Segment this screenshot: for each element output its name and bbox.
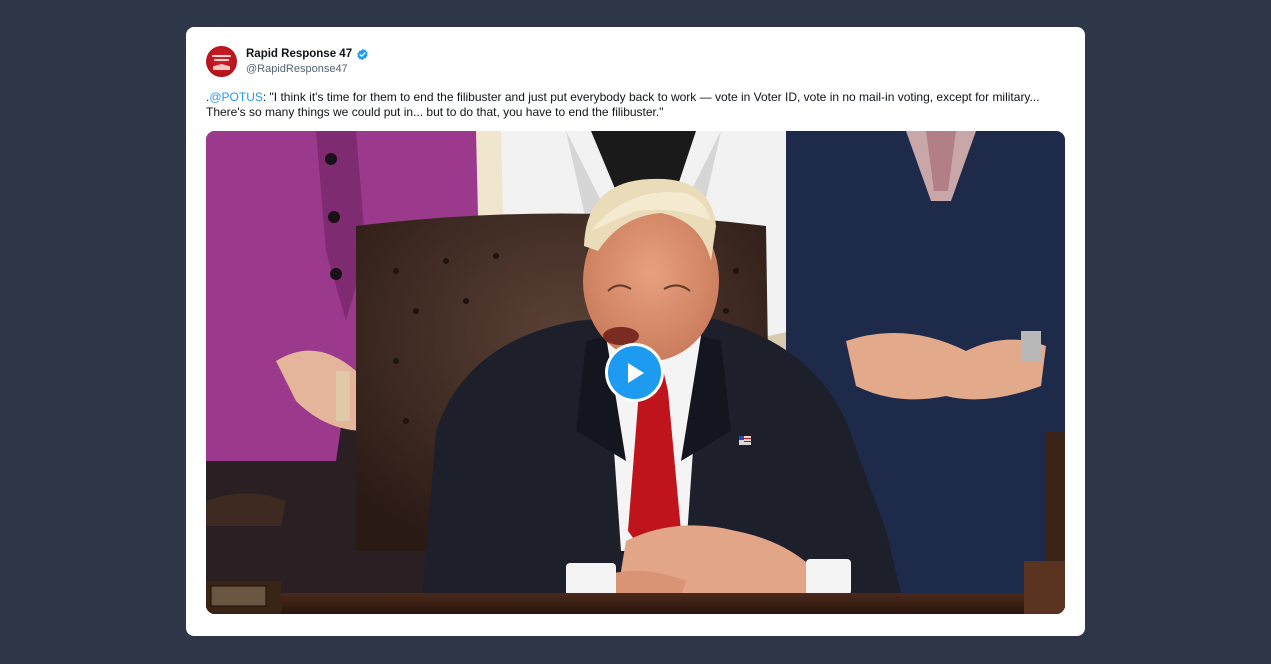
account-name[interactable]: Rapid Response 47: [246, 47, 352, 61]
tweet-text: .@POTUS: "I think it's time for them to …: [206, 90, 1066, 120]
verified-badge-icon: [357, 48, 368, 60]
mention-link[interactable]: @POTUS: [209, 90, 263, 104]
tweet-card: Rapid Response 47 @RapidResponse47 .@POT…: [186, 27, 1085, 636]
avatar[interactable]: [206, 46, 237, 77]
tweet-header: Rapid Response 47 @RapidResponse47: [206, 46, 369, 77]
account-handle[interactable]: @RapidResponse47: [246, 62, 369, 76]
video-player[interactable]: [206, 131, 1065, 614]
author-info: Rapid Response 47 @RapidResponse47: [246, 47, 369, 76]
play-icon: [627, 362, 644, 383]
play-button[interactable]: [605, 343, 664, 402]
author-name-row: Rapid Response 47: [246, 47, 369, 61]
play-button-inner: [608, 346, 661, 399]
tweet-body: : "I think it's time for them to end the…: [206, 90, 1040, 119]
